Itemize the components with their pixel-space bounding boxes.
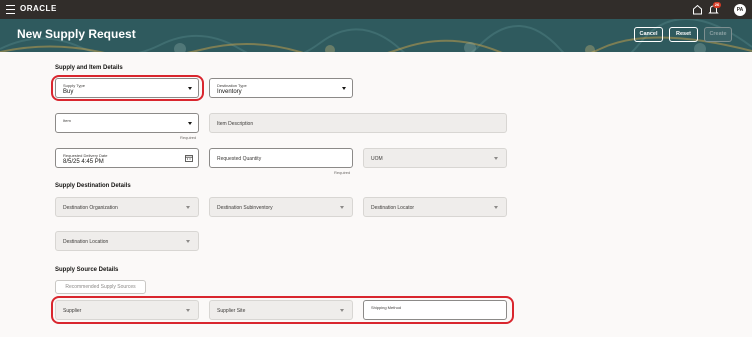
destination-location-select: Destination Location: [55, 231, 199, 251]
notification-count-badge: 26: [713, 2, 721, 8]
cancel-button[interactable]: Cancel: [634, 27, 663, 42]
chevron-down-icon: [340, 206, 344, 209]
item-select[interactable]: Item: [55, 113, 199, 133]
home-icon[interactable]: [692, 4, 703, 15]
delivery-date-input[interactable]: Requested Delivery Date 8/5/25 4:45 PM: [55, 148, 199, 168]
section-title-destination: Supply Destination Details: [55, 183, 131, 189]
item-required-note: Required: [180, 135, 197, 140]
delivery-date-label: Requested Delivery Date: [63, 153, 108, 158]
quantity-required-note: Required: [334, 170, 351, 175]
oracle-logo[interactable]: ORACLE: [20, 4, 57, 13]
calendar-icon[interactable]: [185, 155, 193, 162]
reset-button[interactable]: Reset: [669, 27, 698, 42]
requested-quantity-label: Requested Quantity: [217, 156, 262, 162]
destination-type-value: Inventory: [217, 89, 242, 95]
item-description-field: Item Description: [209, 113, 507, 133]
chevron-down-icon: [186, 206, 190, 209]
section-title-source: Supply Source Details: [55, 267, 119, 273]
destination-subinventory-select: Destination Subinventory: [209, 197, 353, 217]
highlight-supply-type: [51, 75, 204, 101]
uom-select: UOM: [363, 148, 507, 168]
item-label: Item: [63, 118, 71, 123]
menu-icon[interactable]: [6, 5, 15, 14]
chevron-down-icon: [186, 240, 190, 243]
chevron-down-icon: [494, 157, 498, 160]
section-title-supply-item: Supply and Item Details: [55, 65, 123, 71]
destination-subinventory-label: Destination Subinventory: [217, 205, 273, 211]
global-header: ORACLE 26 PA: [0, 0, 752, 19]
item-description-label: Item Description: [217, 121, 254, 127]
destination-locator-select: Destination Locator: [363, 197, 507, 217]
destination-location-label: Destination Location: [63, 239, 109, 245]
destination-locator-label: Destination Locator: [371, 205, 415, 211]
chevron-down-icon: [342, 87, 346, 90]
highlight-supplier-fields: [51, 296, 514, 324]
destination-organization-select: Destination Organization: [55, 197, 199, 217]
chevron-down-icon: [494, 206, 498, 209]
uom-label: UOM: [371, 156, 383, 162]
destination-type-select[interactable]: Destination Type Inventory: [209, 78, 353, 98]
create-button[interactable]: Create: [704, 27, 732, 42]
chevron-down-icon: [188, 122, 192, 125]
page-header: New Supply Request Cancel Reset Create: [0, 19, 752, 52]
destination-organization-label: Destination Organization: [63, 205, 118, 211]
destination-type-label: Destination Type: [217, 83, 247, 88]
page-title: New Supply Request: [17, 27, 136, 41]
delivery-date-value: 8/5/25 4:45 PM: [63, 159, 104, 165]
recommended-supply-sources-button[interactable]: Recommended Supply Sources: [55, 280, 146, 294]
requested-quantity-input[interactable]: Requested Quantity: [209, 148, 353, 168]
user-avatar[interactable]: PA: [734, 4, 746, 16]
